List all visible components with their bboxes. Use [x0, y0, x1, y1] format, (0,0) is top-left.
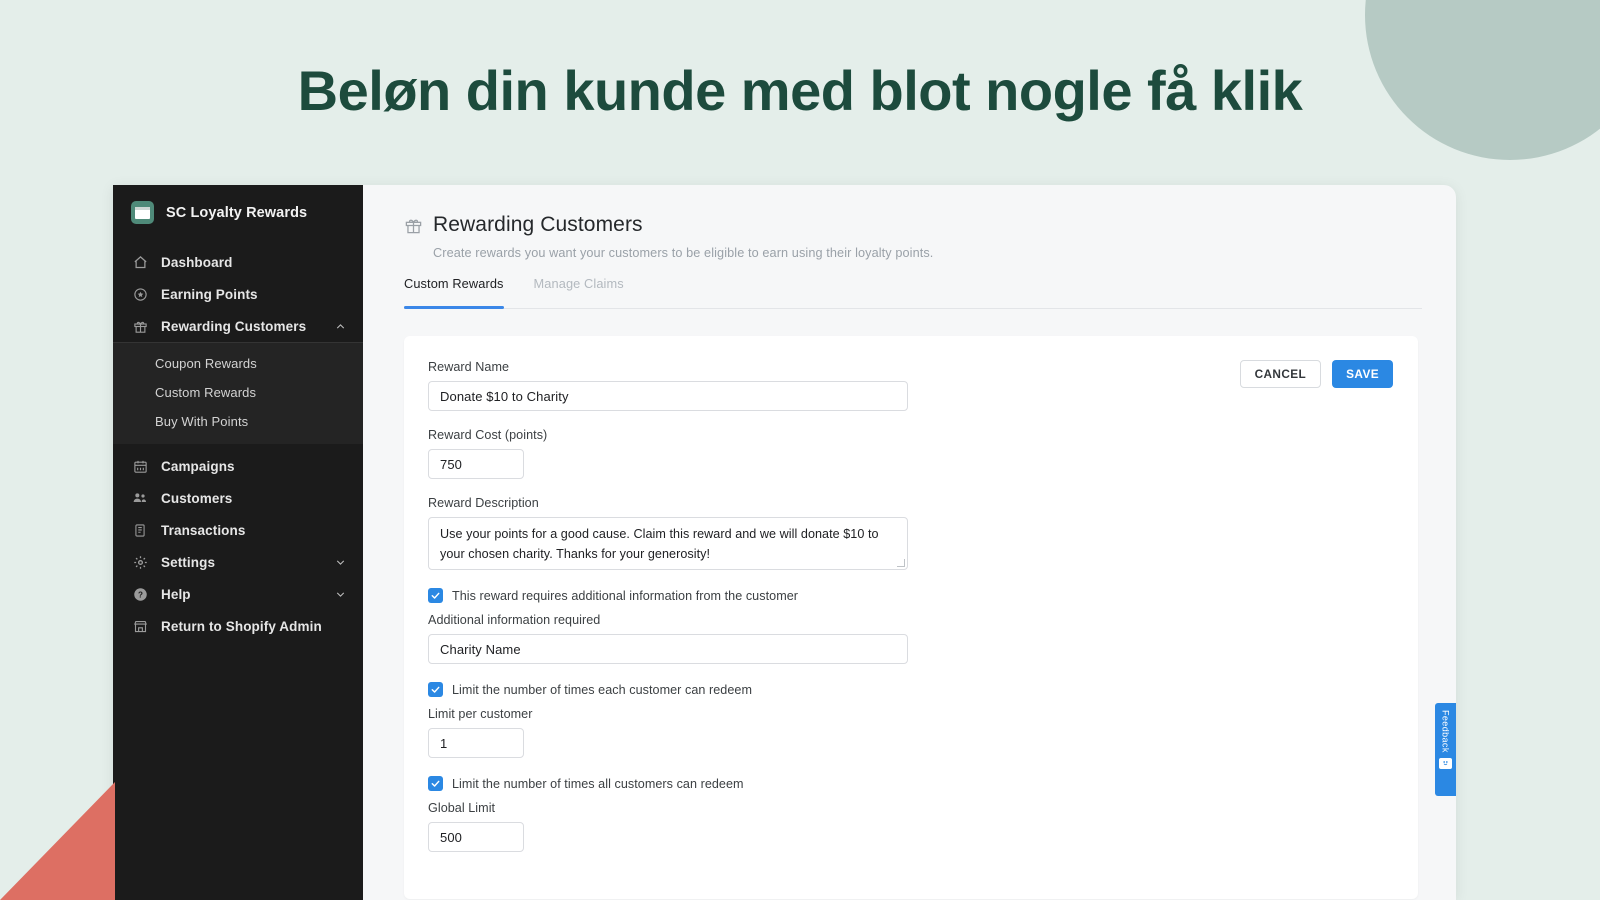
reward-name-input[interactable]: Donate $10 to Charity — [428, 381, 908, 411]
feedback-tab[interactable]: Feedback — [1435, 703, 1456, 796]
page-title: Rewarding Customers — [433, 213, 643, 236]
field-label: Reward Cost (points) — [428, 428, 548, 442]
sidebar-subitem-label: Buy With Points — [155, 414, 249, 429]
sidebar-item-settings[interactable]: Settings — [113, 546, 363, 578]
sidebar-item-help[interactable]: ? Help — [113, 578, 363, 610]
sidebar-item-customers[interactable]: Customers — [113, 482, 363, 514]
global-limit-checkbox[interactable] — [428, 776, 443, 791]
reward-form-card: CANCEL SAVE Reward Name Donate $10 to Ch… — [404, 336, 1418, 899]
global-limit-checkbox-row[interactable]: Limit the number of times all customers … — [428, 776, 1388, 791]
gift-icon — [131, 318, 149, 334]
tab-label: Custom Rewards — [404, 276, 504, 291]
field-limit-per-customer: Limit per customer 1 — [428, 707, 1388, 758]
field-reward-cost: Reward Cost (points) 750 — [428, 428, 1388, 479]
brand: SC Loyalty Rewards — [113, 185, 363, 240]
sidebar-subitem-label: Custom Rewards — [155, 385, 257, 400]
global-limit-input[interactable]: 500 — [428, 822, 524, 852]
field-label: Reward Description — [428, 496, 539, 510]
main-panel: Rewarding Customers Create rewards you w… — [363, 185, 1456, 900]
app-window: SC Loyalty Rewards Dashboard Earning Poi… — [113, 185, 1456, 900]
home-icon — [131, 254, 149, 270]
sidebar-nav: Dashboard Earning Points Rewarding Custo… — [113, 240, 363, 642]
page-subtitle: Create rewards you want your customers t… — [433, 246, 934, 260]
additional-info-checkbox-row[interactable]: This reward requires additional informat… — [428, 588, 1388, 603]
calendar-icon — [131, 458, 149, 474]
page-headline: Beløn din kunde med blot nogle få klik — [297, 59, 1303, 122]
people-icon — [131, 490, 149, 506]
cancel-button[interactable]: CANCEL — [1239, 360, 1322, 388]
sidebar-subitem-buy-with-points[interactable]: Buy With Points — [113, 407, 363, 436]
store-icon — [131, 618, 149, 634]
field-additional-info: Additional information required Charity … — [428, 613, 1388, 664]
feedback-label: Feedback — [1440, 710, 1451, 753]
sidebar-item-dashboard[interactable]: Dashboard — [113, 246, 363, 278]
tab-label: Manage Claims — [533, 276, 624, 291]
sidebar: SC Loyalty Rewards Dashboard Earning Poi… — [113, 185, 363, 900]
sidebar-item-label: Customers — [161, 490, 233, 506]
sidebar-item-rewarding-customers[interactable]: Rewarding Customers — [113, 310, 363, 342]
sidebar-item-campaigns[interactable]: Campaigns — [113, 450, 363, 482]
chevron-up-icon[interactable] — [334, 320, 347, 333]
checkbox-label: Limit the number of times all customers … — [452, 776, 744, 791]
additional-info-checkbox[interactable] — [428, 588, 443, 603]
field-label: Global Limit — [428, 801, 496, 815]
app-logo-icon — [131, 201, 154, 224]
sidebar-item-transactions[interactable]: Transactions — [113, 514, 363, 546]
field-global-limit: Global Limit 500 — [428, 801, 1388, 852]
brand-name: SC Loyalty Rewards — [166, 204, 308, 221]
document-icon — [131, 522, 149, 538]
help-circle-icon: ? — [131, 586, 149, 602]
additional-info-input[interactable]: Charity Name — [428, 634, 908, 664]
chevron-down-icon[interactable] — [334, 588, 347, 601]
sidebar-item-label: Return to Shopify Admin — [161, 618, 322, 634]
sidebar-item-earning-points[interactable]: Earning Points — [113, 278, 363, 310]
sidebar-item-label: Rewarding Customers — [161, 318, 307, 334]
limit-per-customer-checkbox[interactable] — [428, 682, 443, 697]
page-header: Rewarding Customers Create rewards you w… — [363, 185, 1456, 260]
sidebar-subitem-coupon-rewards[interactable]: Coupon Rewards — [113, 349, 363, 378]
sidebar-item-return-to-shopify-admin[interactable]: Return to Shopify Admin — [113, 610, 363, 642]
form-actions: CANCEL SAVE — [1239, 360, 1393, 388]
sidebar-subitem-label: Coupon Rewards — [155, 356, 257, 371]
field-label: Additional information required — [428, 613, 601, 627]
gift-icon — [404, 216, 423, 235]
sidebar-submenu-rewarding-customers: Coupon Rewards Custom Rewards Buy With P… — [113, 342, 363, 444]
reward-cost-input[interactable]: 750 — [428, 449, 524, 479]
save-button[interactable]: SAVE — [1332, 360, 1393, 388]
feedback-smiley-icon — [1439, 757, 1452, 769]
field-reward-description: Reward Description Use your points for a… — [428, 496, 1388, 570]
decorative-triangle — [0, 782, 115, 900]
star-badge-icon — [131, 286, 149, 302]
svg-text:?: ? — [138, 590, 143, 599]
limit-per-customer-input[interactable]: 1 — [428, 728, 524, 758]
sidebar-item-label: Settings — [161, 554, 216, 570]
sidebar-item-label: Earning Points — [161, 286, 258, 302]
field-label: Limit per customer — [428, 707, 533, 721]
reward-description-textarea[interactable]: Use your points for a good cause. Claim … — [428, 517, 908, 570]
checkbox-label: Limit the number of times each customer … — [452, 682, 752, 697]
limit-per-customer-checkbox-row[interactable]: Limit the number of times each customer … — [428, 682, 1388, 697]
sidebar-item-label: Help — [161, 586, 191, 602]
checkbox-label: This reward requires additional informat… — [452, 588, 799, 603]
tab-manage-claims[interactable]: Manage Claims — [534, 276, 624, 308]
chevron-down-icon[interactable] — [334, 556, 347, 569]
sidebar-item-label: Dashboard — [161, 254, 233, 270]
gear-icon — [131, 554, 149, 570]
sidebar-item-label: Transactions — [161, 522, 246, 538]
sidebar-item-label: Campaigns — [161, 458, 235, 474]
tab-bar: Custom Rewards Manage Claims — [404, 276, 1422, 309]
tab-custom-rewards[interactable]: Custom Rewards — [404, 276, 504, 309]
sidebar-subitem-custom-rewards[interactable]: Custom Rewards — [113, 378, 363, 407]
